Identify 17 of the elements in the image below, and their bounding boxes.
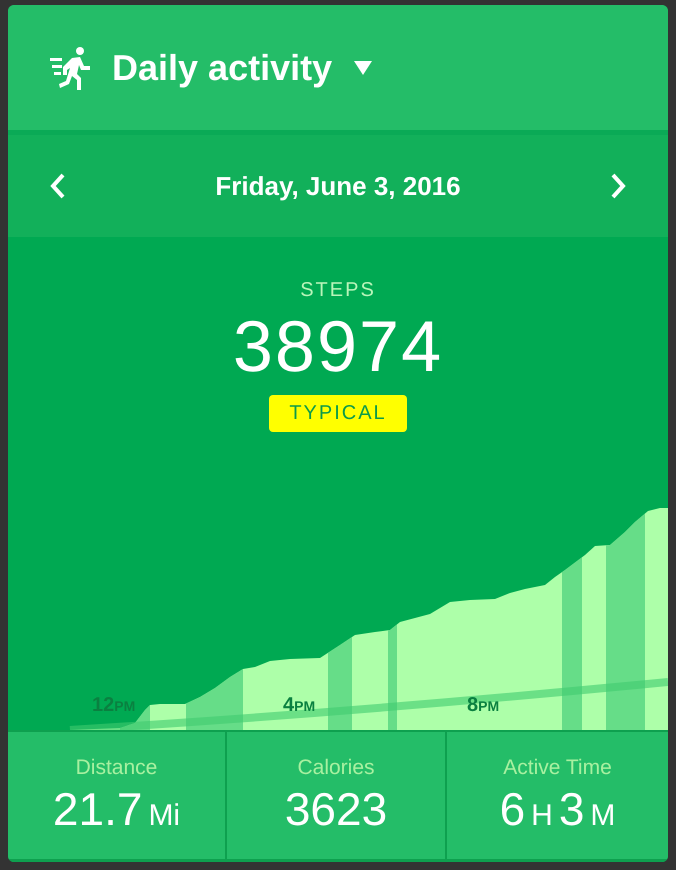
stat-value: 6 H 3 M xyxy=(500,782,616,836)
next-chevron-icon[interactable] xyxy=(610,172,626,200)
stat-value: 3623 xyxy=(284,782,388,836)
stat-label: Active Time xyxy=(503,756,612,780)
typical-badge: TYPICAL xyxy=(269,395,407,432)
date-label: Friday, June 3, 2016 xyxy=(215,170,461,202)
time-label: 8PM xyxy=(467,694,500,716)
runner-icon xyxy=(50,46,90,90)
stat-label: Calories xyxy=(297,756,375,780)
steps-label: STEPS xyxy=(300,279,376,302)
time-label: 4PM xyxy=(283,694,316,716)
previous-chevron-icon[interactable] xyxy=(50,172,66,200)
steps-count: 38974 xyxy=(232,306,444,389)
dropdown-caret-icon[interactable] xyxy=(354,60,372,74)
screen-title[interactable]: Daily activity xyxy=(112,46,332,88)
stat-value: 21.7 Mi xyxy=(52,782,180,836)
stat-label: Distance xyxy=(76,756,158,780)
